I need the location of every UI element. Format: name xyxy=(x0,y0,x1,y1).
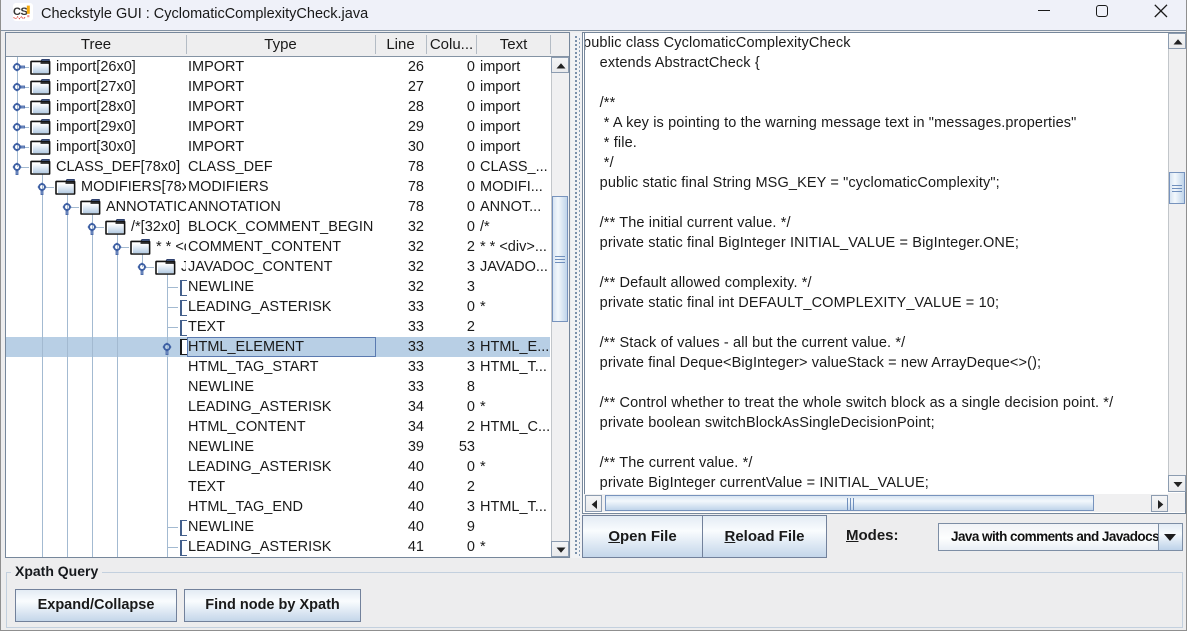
svg-text:CS: CS xyxy=(13,6,27,18)
